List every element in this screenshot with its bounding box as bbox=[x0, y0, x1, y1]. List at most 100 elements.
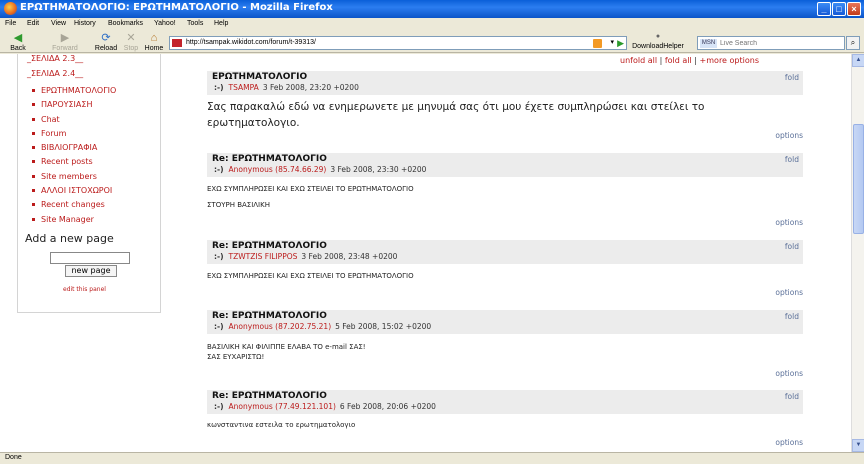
post-author[interactable]: TZWTZIS FILIPPOS bbox=[229, 252, 298, 261]
post-title: Re: ΕΡΩΤΗΜΑΤΟΛΟΓΙΟ bbox=[212, 241, 327, 251]
downloadhelper-icon: ● bbox=[655, 33, 661, 40]
sidebar-item[interactable]: ΑΛΛΟΙ ΙΣΤΟΧΩΡΟΙ bbox=[32, 186, 116, 200]
sidebar-item-label: Forum bbox=[41, 128, 67, 138]
sidebar-item-label: ΑΛΛΟΙ ΙΣΤΟΧΩΡΟΙ bbox=[41, 186, 113, 196]
sidebar-item[interactable]: Recent posts bbox=[32, 157, 116, 171]
sidebar-item[interactable]: Chat bbox=[32, 115, 116, 129]
forward-button[interactable]: ▶ Forward bbox=[48, 33, 82, 53]
sidebar-item-label: ΠΑΡΟΥΣΙΑΣΗ bbox=[41, 100, 93, 110]
fold-all-link[interactable]: fold all bbox=[665, 56, 692, 65]
rss-feed-icon[interactable] bbox=[593, 39, 602, 48]
scroll-up-icon[interactable]: ▲ bbox=[852, 54, 864, 67]
post-body: ΕΧΩ ΣΥΜΠΛΗΡΩΣΕΙ ΚΑΙ ΕΧΩ ΣΤΕΙΛΕΙ ΤΟ ΕΡΩΤΗ… bbox=[207, 185, 414, 217]
author-name: Anonymous bbox=[228, 322, 273, 331]
menu-file[interactable]: File bbox=[5, 20, 16, 27]
menu-bar: File Edit View History Bookmarks Yahoo! … bbox=[0, 18, 864, 31]
reload-button[interactable]: ⟳ Reload bbox=[93, 32, 119, 53]
menu-yahoo[interactable]: Yahoo! bbox=[154, 20, 176, 27]
url-bar[interactable]: http://tsampak.wikidot.com/forum/t-39313… bbox=[169, 36, 627, 50]
search-engine-icon[interactable]: MSN bbox=[700, 39, 717, 48]
sidebar-item-label: Recent posts bbox=[41, 157, 93, 167]
url-dropdown-icon[interactable]: ▾ bbox=[610, 38, 614, 46]
search-go-button[interactable]: ⌕ bbox=[846, 36, 860, 50]
menu-view[interactable]: View bbox=[51, 20, 66, 27]
unfold-all-link[interactable]: unfold all bbox=[620, 56, 657, 65]
fold-link[interactable]: fold bbox=[785, 392, 799, 401]
fold-link[interactable]: fold bbox=[785, 242, 799, 251]
back-arrow-icon: ◀ bbox=[13, 32, 23, 44]
sidebar-item[interactable]: Recent changes bbox=[32, 200, 116, 214]
menu-history[interactable]: History bbox=[74, 20, 96, 27]
new-page-input[interactable] bbox=[50, 252, 130, 264]
sidebar-link-page-2-4[interactable]: _ΣΕΛΙΔΑ 2.4__ bbox=[27, 69, 83, 78]
post-paragraph: ΣΑΣ ΕΥΧΑΡΙΣΤΩ! bbox=[207, 353, 265, 361]
scroll-down-icon[interactable]: ▼ bbox=[852, 439, 864, 452]
menu-tools[interactable]: Tools bbox=[187, 20, 203, 27]
bullet-icon bbox=[32, 189, 35, 193]
sidebar-item[interactable]: Forum bbox=[32, 129, 116, 143]
title-bar: ΕΡΩΤΗΜΑΤΟΛΟΓΙΟ: ΕΡΩΤΗΜΑΤΟΛΟΓΙΟ - Mozilla… bbox=[0, 0, 864, 18]
url-text: http://tsampak.wikidot.com/forum/t-39313… bbox=[186, 39, 316, 46]
author-name: Anonymous bbox=[228, 402, 273, 411]
post-paragraph: κωνσταντινα εστειλα το ερωτηματολογιο bbox=[207, 421, 356, 429]
search-box: MSN bbox=[697, 36, 845, 50]
post-header: Re: ΕΡΩΤΗΜΑΤΟΛΟΓΙΟ :-) Anonymous (85.74.6… bbox=[207, 153, 803, 177]
post-header: Re: ΕΡΩΤΗΜΑΤΟΛΟΓΙΟ :-) TZWTZIS FILIPPOS 3 … bbox=[207, 240, 803, 264]
post-author[interactable]: Anonymous (87.202.75.21) bbox=[229, 322, 332, 331]
post-author[interactable]: TSAMPA bbox=[229, 83, 259, 92]
post-paragraph: ΒΑΣΙΛΙΚΗ ΚΑΙ ΦΙΛΙΠΠΕ ΕΛΑΒΑ ΤΟ e-mail ΣΑΣ… bbox=[207, 343, 366, 351]
post-author[interactable]: Anonymous (77.49.121.101) bbox=[229, 402, 336, 411]
bullet-icon bbox=[32, 117, 35, 121]
stop-icon: ✕ bbox=[126, 32, 136, 44]
reload-icon: ⟳ bbox=[101, 32, 111, 44]
vertical-scrollbar[interactable]: ▲ ▼ bbox=[851, 54, 864, 452]
scroll-thumb[interactable] bbox=[853, 124, 864, 234]
post-body: Σας παρακαλώ εδώ να ενημερωνετε με μηνυμ… bbox=[207, 99, 797, 139]
post-body: ΕΧΩ ΣΥΜΠΛΗΡΩΣΕΙ ΚΑΙ ΕΧΩ ΣΤΕΙΛΕΙ ΤΟ ΕΡΩΤΗ… bbox=[207, 272, 414, 288]
post-paragraph: ΣΤΟΥΡΗ ΒΑΣΙΛΙΚΗ bbox=[207, 201, 270, 209]
user-face-icon: :-) bbox=[214, 322, 224, 331]
post-paragraph: ΕΧΩ ΣΥΜΠΛΗΡΩΣΕΙ ΚΑΙ ΕΧΩ ΣΤΕΙΛΕΙ ΤΟ ΕΡΩΤΗ… bbox=[207, 185, 414, 193]
stop-button[interactable]: ✕ Stop bbox=[121, 32, 141, 53]
downloadhelper-button[interactable]: ● DownloadHelper bbox=[630, 33, 686, 50]
post-title: Re: ΕΡΩΤΗΜΑΤΟΛΟΓΙΟ bbox=[212, 311, 327, 321]
sidebar-item[interactable]: Site Manager bbox=[32, 215, 116, 229]
fold-link[interactable]: fold bbox=[785, 155, 799, 164]
sidebar-link-page-2-3[interactable]: _ΣΕΛΙΔΑ 2.3__ bbox=[27, 54, 83, 63]
author-name: Anonymous bbox=[228, 165, 273, 174]
back-label: Back bbox=[10, 45, 26, 52]
user-face-icon: :-) bbox=[214, 252, 224, 261]
post-title: Re: ΕΡΩΤΗΜΑΤΟΛΟΓΙΟ bbox=[212, 391, 327, 401]
go-arrow-icon[interactable]: ▶ bbox=[617, 38, 624, 49]
options-link[interactable]: options bbox=[775, 131, 803, 140]
home-button[interactable]: ⌂ Home bbox=[143, 32, 165, 53]
menu-bookmarks[interactable]: Bookmarks bbox=[108, 20, 143, 27]
minimize-button[interactable]: _ bbox=[817, 2, 831, 16]
sidebar-item[interactable]: Site members bbox=[32, 172, 116, 186]
search-input[interactable] bbox=[720, 38, 840, 49]
post-paragraph: ΕΧΩ ΣΥΜΠΛΗΡΩΣΕΙ ΚΑΙ ΕΧΩ ΣΤΕΙΛΕΙ ΤΟ ΕΡΩΤΗ… bbox=[207, 272, 414, 280]
more-options-link[interactable]: +more options bbox=[700, 56, 759, 65]
back-button[interactable]: ◀ Back bbox=[8, 32, 28, 53]
post-author[interactable]: Anonymous (85.74.66.29) bbox=[229, 165, 327, 174]
sidebar-item-label: ΒΙΒΛΙΟΓΡΑΦΙΑ bbox=[41, 143, 98, 153]
fold-link[interactable]: fold bbox=[785, 312, 799, 321]
fold-link[interactable]: fold bbox=[785, 73, 799, 82]
options-link[interactable]: options bbox=[775, 288, 803, 297]
maximize-button[interactable]: □ bbox=[832, 2, 846, 16]
sidebar-item[interactable]: ΒΙΒΛΙΟΓΡΑΦΙΑ bbox=[32, 143, 116, 157]
post-date: 5 Feb 2008, 15:02 +0200 bbox=[335, 322, 432, 331]
sidebar-item[interactable]: ΕΡΩΤΗΜΑΤΟΛΟΓΙΟ bbox=[32, 86, 116, 100]
sidebar-item-label: Site Manager bbox=[41, 214, 94, 224]
close-button[interactable]: × bbox=[847, 2, 861, 16]
menu-edit[interactable]: Edit bbox=[27, 20, 39, 27]
home-icon: ⌂ bbox=[150, 32, 158, 44]
sidebar-item[interactable]: ΠΑΡΟΥΣΙΑΣΗ bbox=[32, 100, 116, 114]
edit-panel-link[interactable]: edit this panel bbox=[63, 286, 106, 293]
menu-help[interactable]: Help bbox=[214, 20, 228, 27]
options-link[interactable]: options bbox=[775, 369, 803, 378]
new-page-button[interactable]: new page bbox=[65, 265, 117, 277]
post-title: Re: ΕΡΩΤΗΜΑΤΟΛΟΓΙΟ bbox=[212, 154, 327, 164]
options-link[interactable]: options bbox=[775, 218, 803, 227]
options-link[interactable]: options bbox=[775, 438, 803, 447]
